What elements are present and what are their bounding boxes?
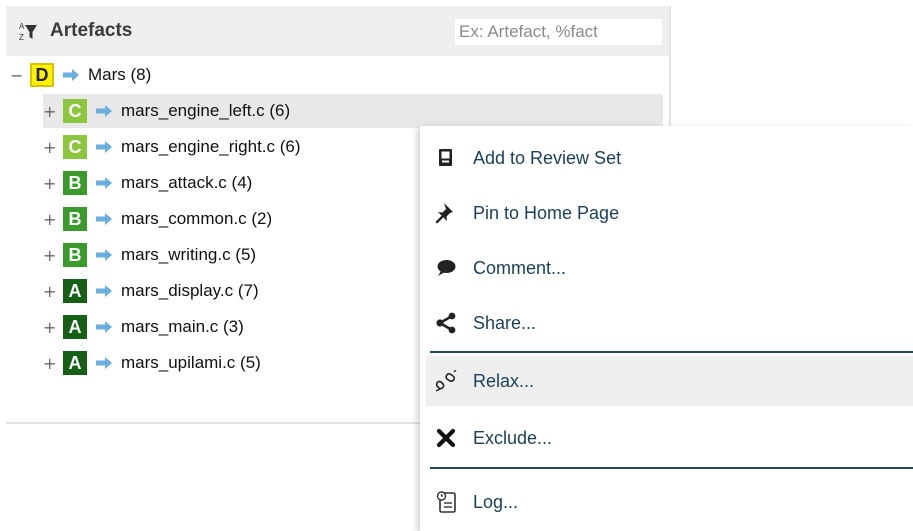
grade-badge: C [63,135,87,159]
tree-row-label: mars_display.c (7) [121,281,259,300]
collapse-toggle[interactable]: − [10,66,23,85]
panel-title: Artefacts [50,20,133,41]
menu-item-label: Exclude... [473,427,553,448]
menu-item-log[interactable]: Log... [426,477,913,527]
menu-item-label: Pin to Home Page [473,202,620,223]
comment-icon [434,256,458,280]
arrow-right-icon [96,285,112,297]
expand-toggle[interactable]: + [43,354,56,373]
arrow-right-icon [96,105,112,117]
menu-item-label: Log... [473,491,519,512]
exclude-icon [434,426,458,450]
menu-item-comment[interactable]: Comment... [426,243,913,293]
tree-row[interactable]: + B mars_writing.c (5) [43,238,423,272]
arrow-right-icon [96,249,112,261]
sort-icon[interactable]: A Z [18,21,38,41]
tree-row-label: mars_upilami.c (5) [121,353,261,372]
grade-badge: A [63,279,87,303]
tree-row-label: mars_common.c (2) [121,209,273,228]
artefact-filter-input[interactable] [455,19,662,45]
log-icon [434,490,458,514]
menu-item-add-to-review-set[interactable]: Add to Review Set [426,133,913,183]
arrow-right-icon [96,141,112,153]
tree-row-label: mars_main.c (3) [121,317,244,336]
grade-badge: A [63,351,87,375]
tree-row[interactable]: + A mars_main.c (3) [43,310,423,344]
review-set-icon [434,146,458,170]
pin-icon [434,201,458,225]
grade-badge: C [63,99,87,123]
tree-row[interactable]: + C mars_engine_right.c (6) [43,130,423,164]
expand-toggle[interactable]: + [43,174,56,193]
grade-badge: B [63,207,87,231]
tree-row[interactable]: + A mars_upilami.c (5) [43,346,423,380]
arrow-right-icon [96,321,112,333]
menu-item-label: Comment... [473,257,567,278]
grade-badge: D [30,63,54,87]
menu-item-relax[interactable]: Relax... [426,356,913,406]
tree-row-label: mars_engine_left.c (6) [121,101,291,120]
arrow-right-icon [96,177,112,189]
grade-badge: B [63,171,87,195]
menu-divider [430,467,913,469]
tree-row[interactable]: + B mars_attack.c (4) [43,166,423,200]
grade-badge: B [63,243,87,267]
arrow-right-icon [96,213,112,225]
relax-icon [434,369,458,393]
menu-item-pin-to-home-page[interactable]: Pin to Home Page [426,188,913,238]
expand-toggle[interactable]: + [43,282,56,301]
expand-toggle[interactable]: + [43,246,56,265]
tree-row[interactable]: + C mars_engine_left.c (6) [43,94,663,128]
expand-toggle[interactable]: + [43,102,56,121]
arrow-right-icon [96,357,112,369]
menu-item-share[interactable]: Share... [426,298,913,348]
tree-row[interactable]: + B mars_common.c (2) [43,202,423,236]
menu-item-label: Add to Review Set [473,147,622,168]
tree-row-label: mars_attack.c (4) [121,173,253,192]
menu-divider [430,351,913,353]
grade-badge: A [63,315,87,339]
menu-item-label: Relax... [473,370,535,391]
context-menu: Add to Review Set Pin to Home Page Comme… [420,126,913,531]
menu-item-exclude[interactable]: Exclude... [426,413,913,463]
tree-row-label: mars_writing.c (5) [121,245,257,264]
tree-row-label: Mars (8) [88,65,152,84]
svg-text:A: A [19,22,25,31]
expand-toggle[interactable]: + [43,138,56,157]
panel-header: A Z Artefacts [6,6,669,56]
tree-row[interactable]: + A mars_display.c (7) [43,274,423,308]
expand-toggle[interactable]: + [43,318,56,337]
tree-row-root[interactable]: − D Mars (8) [10,58,660,92]
expand-toggle[interactable]: + [43,210,56,229]
menu-item-label: Share... [473,312,537,333]
share-icon [434,311,458,335]
svg-text:Z: Z [19,33,24,41]
tree-row-label: mars_engine_right.c (6) [121,137,301,156]
arrow-right-icon [63,69,79,81]
